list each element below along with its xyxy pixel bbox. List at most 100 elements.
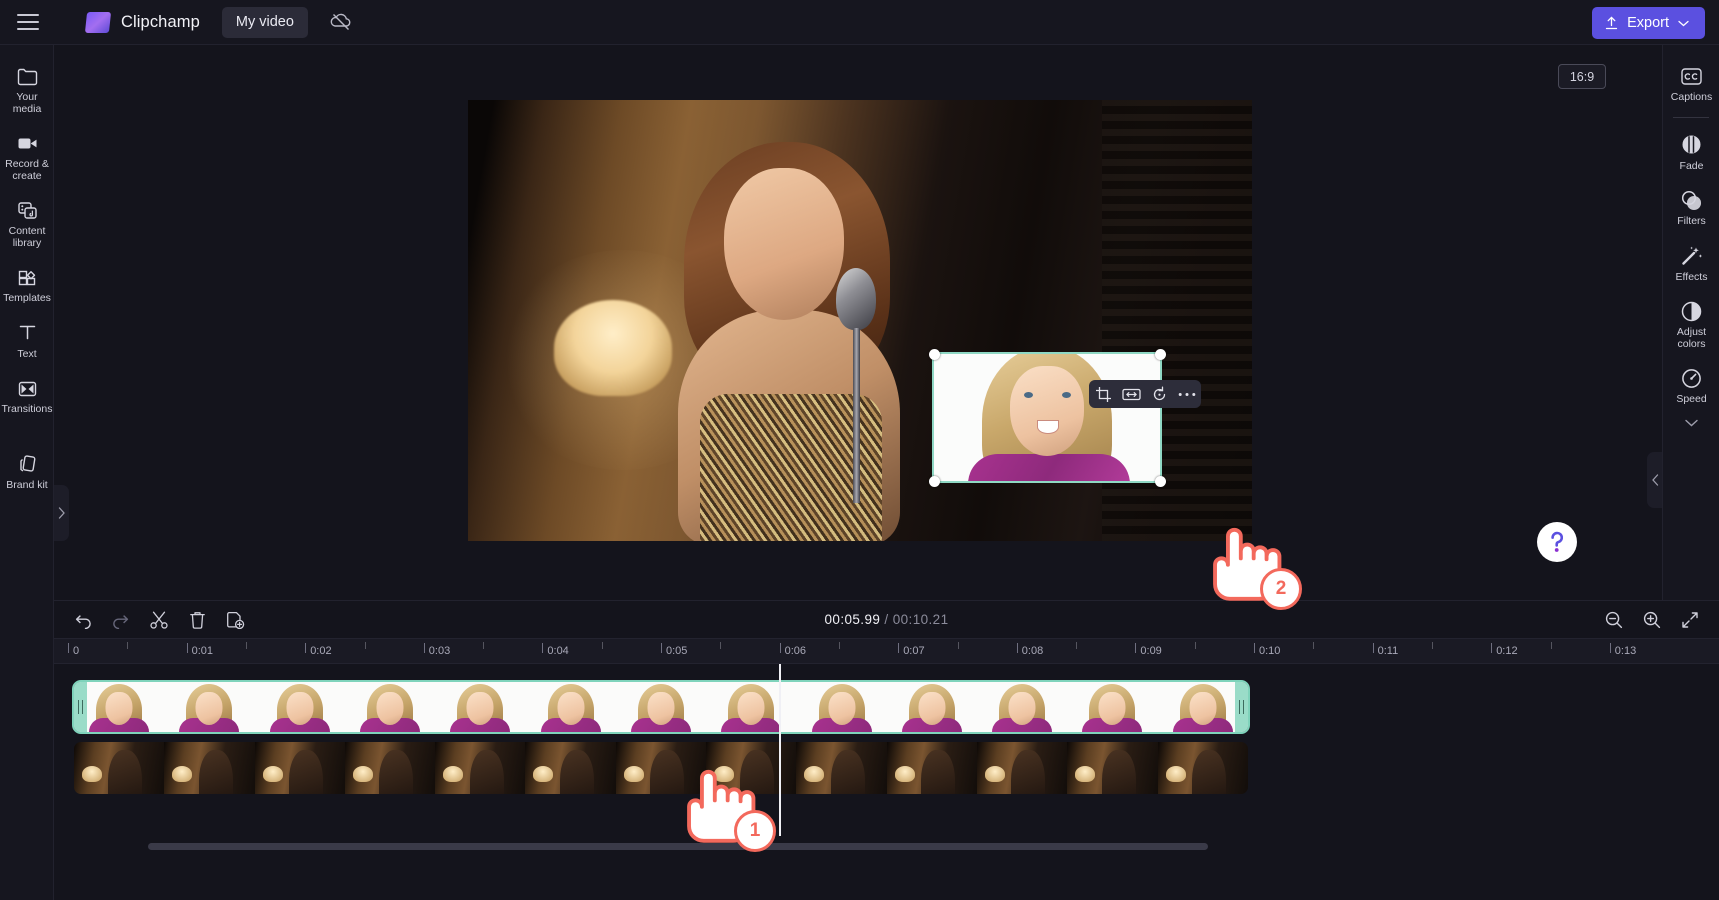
sidebar-item-fade[interactable]: Fade — [1663, 124, 1719, 180]
table-row[interactable] — [72, 680, 1250, 734]
sidebar-item-transitions[interactable]: Transitions — [0, 367, 54, 423]
templates-grid-icon — [15, 265, 39, 289]
sidebar-item-content-library[interactable]: Content library — [0, 189, 54, 256]
timeline-zoom-controls — [1603, 609, 1701, 631]
export-button[interactable]: Export — [1592, 7, 1705, 39]
ruler-tick-label: 0:02 — [310, 645, 332, 657]
ruler-tick-label: 0:07 — [903, 645, 925, 657]
video-camera-icon — [15, 131, 39, 155]
sidebar-item-label: Filters — [1677, 215, 1706, 227]
hand-pointer-1: 1 — [684, 758, 776, 854]
clip-thumbnail — [254, 742, 345, 794]
overlay-clip-selection[interactable] — [932, 352, 1162, 483]
timeline-scroll-area — [54, 836, 1719, 858]
current-time: 00:05.99 — [824, 612, 881, 627]
fade-icon — [1680, 133, 1704, 157]
resize-handle-bottom-right[interactable] — [1155, 476, 1166, 487]
ruler-tick-label: 0:05 — [666, 645, 688, 657]
trim-handle-left[interactable] — [74, 682, 87, 732]
fit-fill-icon[interactable] — [1121, 385, 1141, 404]
fit-timeline-icon[interactable] — [1679, 609, 1701, 631]
timeline-ruler[interactable]: 0 0:01 0:02 0:03 0:04 0:05 0:06 0:07 0:08 0:09 0:1… — [54, 638, 1719, 664]
content-library-icon — [15, 198, 39, 222]
sidebar-item-label: Templates — [3, 292, 51, 304]
ruler-tick-label: 0:12 — [1496, 645, 1518, 657]
sidebar-item-templates[interactable]: Templates — [0, 256, 54, 312]
playhead[interactable] — [779, 664, 782, 836]
clip-thumbnail — [796, 742, 887, 794]
horizontal-scrollbar[interactable] — [148, 843, 1208, 850]
filters-icon — [1680, 188, 1704, 212]
sidebar-item-label: Effects — [1675, 270, 1708, 283]
clip-transform-toolbar — [1089, 380, 1201, 408]
sidebar-item-record-create[interactable]: Record & create — [0, 122, 54, 189]
sidebar-item-label: Adjust colors — [1676, 326, 1707, 350]
sidebar-item-effects[interactable]: Effects — [1663, 235, 1719, 291]
resize-handle-bottom-left[interactable] — [929, 476, 940, 487]
brand-name: Clipchamp — [121, 12, 200, 31]
project-name-input[interactable]: My video — [221, 6, 308, 38]
sidebar-item-brand-kit[interactable]: Brand kit — [0, 443, 54, 499]
help-button[interactable] — [1537, 522, 1577, 562]
sidebar-expand-button[interactable] — [54, 485, 69, 541]
chevron-down-icon — [1684, 419, 1698, 427]
preview-microphone — [836, 268, 876, 330]
top-bar: Clipchamp My video Export — [0, 0, 1719, 45]
ruler-tick-label: 0:08 — [1021, 645, 1044, 657]
timeline-tracks[interactable] — [54, 664, 1719, 836]
clip-thumbnail — [254, 682, 345, 732]
sidebar-item-adjust-colors[interactable]: Adjust colors — [1663, 290, 1719, 357]
sidebar-item-label: Captions — [1670, 91, 1713, 103]
ruler-tick-label: 0:11 — [1377, 645, 1399, 657]
transitions-icon — [15, 376, 39, 400]
chevron-right-icon — [58, 507, 66, 519]
clipchamp-editor: Clipchamp My video Export Your media Rec… — [0, 0, 1719, 900]
clip-thumbnail — [164, 742, 255, 794]
adjust-colors-icon — [1680, 299, 1704, 323]
ruler-tick-label: 0 — [73, 645, 80, 657]
clip-thumbnail — [74, 742, 165, 794]
timeline-toolbar: 00:05.99 / 00:10.21 — [54, 600, 1719, 638]
more-options-icon[interactable] — [1178, 385, 1197, 404]
clip-thumbnail — [886, 682, 977, 732]
ruler-tick-label: 0:03 — [428, 645, 451, 657]
aspect-ratio-button[interactable]: 16:9 — [1558, 64, 1606, 89]
video-preview[interactable] — [468, 100, 1252, 541]
ruler-tick-label: 0:13 — [1614, 645, 1637, 657]
rotate-icon[interactable] — [1150, 385, 1169, 404]
rail-divider — [1673, 116, 1709, 118]
resize-handle-top-left[interactable] — [929, 349, 940, 360]
chevron-down-icon — [1678, 20, 1689, 27]
cloud-off-icon[interactable] — [328, 9, 354, 35]
sidebar-item-text[interactable]: Text — [0, 312, 54, 368]
trim-handle-right[interactable] — [1235, 682, 1248, 732]
sidebar-item-label: Content library — [8, 225, 46, 249]
clip-thumbnail — [706, 682, 797, 732]
crop-icon[interactable] — [1094, 385, 1113, 404]
resize-handle-top-right[interactable] — [1155, 349, 1166, 360]
sidebar-item-label: Speed — [1676, 393, 1707, 405]
right-panel-collapse-button[interactable] — [1647, 452, 1662, 508]
right-rail-more-button[interactable] — [1663, 413, 1719, 433]
effects-wand-icon — [1680, 244, 1704, 268]
clip-thumbnail — [886, 742, 977, 794]
clip-thumbnail — [344, 742, 436, 794]
clip-thumbnail — [344, 682, 436, 732]
sidebar-item-your-media[interactable]: Your media — [0, 55, 54, 122]
zoom-out-icon[interactable] — [1603, 609, 1625, 631]
speed-gauge-icon — [1680, 366, 1704, 390]
preview-singer — [656, 142, 916, 541]
timecode-display: 00:05.99 / 00:10.21 — [54, 612, 1719, 627]
sidebar-item-label: Text — [17, 347, 37, 360]
ruler-tick-label: 0:10 — [1259, 645, 1281, 657]
sidebar-item-label: Fade — [1679, 159, 1704, 172]
sidebar-item-speed[interactable]: Speed — [1663, 357, 1719, 413]
preview-lamp — [554, 300, 672, 396]
sidebar-item-captions[interactable]: Captions — [1663, 55, 1719, 111]
sidebar-item-filters[interactable]: Filters — [1663, 179, 1719, 235]
ruler-tick-label: 0:04 — [547, 645, 569, 657]
table-row[interactable] — [74, 742, 1248, 794]
hamburger-icon[interactable] — [17, 14, 39, 30]
clip-thumbnail — [1067, 682, 1158, 732]
zoom-in-icon[interactable] — [1641, 609, 1663, 631]
